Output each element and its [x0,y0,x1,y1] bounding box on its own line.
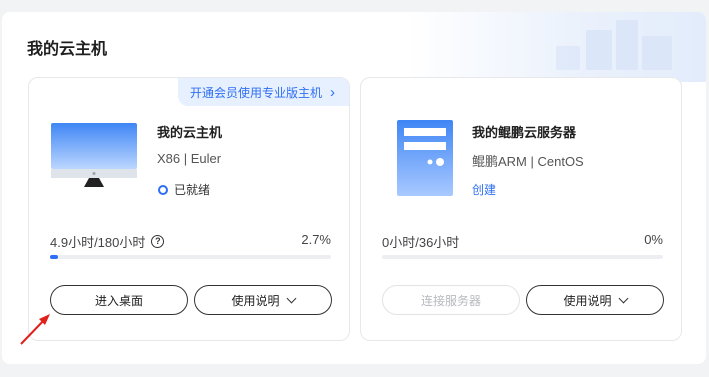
usage-progress-bar [382,255,663,259]
usage-progress-bar [50,255,331,259]
desktop-monitor-icon [51,123,137,187]
usage-info: 4.9小时/180小时 ? [50,232,165,251]
enter-desktop-label: 进入桌面 [94,293,143,308]
usage-guide-label: 使用说明 [231,293,280,308]
connect-server-button[interactable]: 连接服务器 [382,285,520,315]
usage-guide-dropdown[interactable]: 使用说明 [194,285,332,315]
usage-hours: 0小时/36小时 [382,235,460,250]
header-decoration [406,12,706,82]
cloud-host-panel: 我的云主机 开通会员使用专业版主机 › 我的云主机 X86 | Euler 已就… [2,12,706,364]
connect-server-label: 连接服务器 [420,293,481,308]
host-name: 我的云主机 [157,125,223,140]
annotation-arrow-icon [20,314,50,345]
usage-percent: 2.7% [301,232,331,247]
usage-progress-fill [50,255,58,259]
enter-desktop-button[interactable]: 进入桌面 [50,285,188,315]
server-spec: 鲲鹏ARM | CentOS [472,154,584,169]
ready-dot-icon [158,184,168,195]
host-spec: X86 | Euler [157,151,222,166]
server-tower-icon [397,120,453,196]
usage-guide-label: 使用说明 [563,293,612,308]
create-link[interactable]: 创建 [472,181,496,198]
usage-hours: 4.9小时/180小时 [50,235,146,250]
cloud-host-card: 开通会员使用专业版主机 › 我的云主机 X86 | Euler 已就绪 4.9小… [28,77,350,341]
kunpeng-server-card: 我的鲲鹏云服务器 鲲鹏ARM | CentOS 创建 0小时/36小时 0% 连… [360,77,682,341]
usage-percent: 0% [644,232,663,247]
status-badge: 已就绪 [158,181,210,198]
chevron-down-icon [618,293,628,303]
chevron-down-icon [286,293,296,303]
usage-guide-dropdown[interactable]: 使用说明 [526,285,664,315]
status-label: 已就绪 [174,183,211,197]
page-title: 我的云主机 [27,41,108,58]
usage-info: 0小时/36小时 [382,232,459,251]
question-circle-icon[interactable]: ? [151,235,165,248]
membership-promo-link[interactable]: 开通会员使用专业版主机 › [177,78,349,106]
server-name: 我的鲲鹏云服务器 [472,125,577,140]
chevron-right-icon: › [330,83,335,101]
promo-label: 开通会员使用专业版主机 [189,85,322,100]
